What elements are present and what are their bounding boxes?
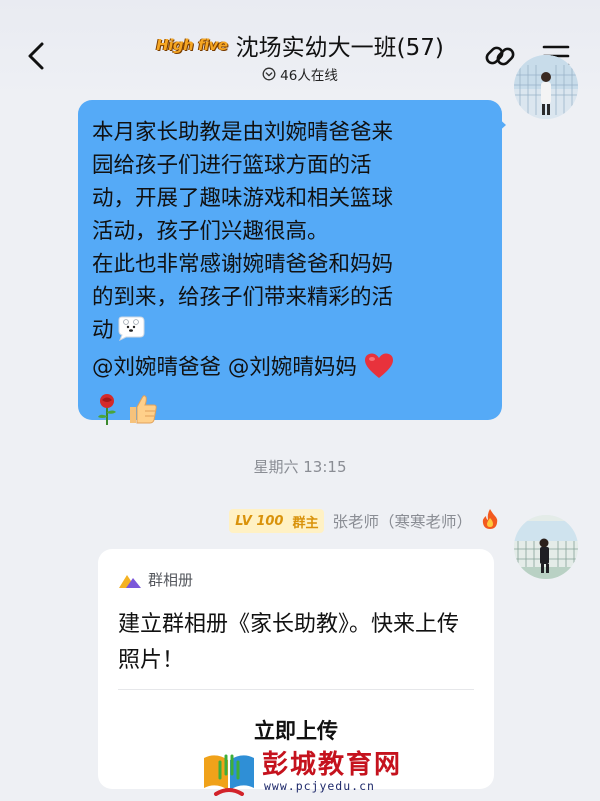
chain-link-icon: [485, 46, 515, 66]
group-title: 沈场实幼大一班(57): [235, 35, 444, 61]
album-mountain-icon: [119, 574, 141, 588]
watermark-site-name: 彭城教育网: [262, 750, 403, 780]
my-avatar[interactable]: [514, 55, 578, 119]
card-body-text: 建立群相册《家长助教》。快来上传照片！: [118, 612, 460, 673]
message-line: 本月家长助教是由刘婉晴爸爸来: [92, 120, 394, 145]
level-text: LV 100: [235, 513, 284, 529]
rose-emoji-icon: [92, 392, 122, 436]
site-watermark: 彭城教育网 www.pcjyedu.cn: [200, 742, 440, 796]
message-line: 的到来，给孩子们带来精彩的活: [92, 285, 394, 310]
mention-line: @刘婉晴爸爸 @刘婉晴妈妈: [92, 351, 488, 390]
group-title-row[interactable]: High five 沈场实幼大一班(57): [100, 28, 500, 62]
polar-bear-emoji-icon: [116, 315, 146, 351]
message-line-with-emoji: 动: [92, 314, 488, 351]
sender-name[interactable]: 张老师（寒寒老师）: [332, 510, 472, 532]
teacher-avatar[interactable]: [514, 515, 578, 579]
group-logo: High five: [156, 36, 228, 54]
message-line: 活动，孩子们兴趣很高。: [92, 219, 329, 244]
fire-icon: [480, 508, 500, 534]
card-divider: [118, 689, 474, 690]
online-status-icon: [262, 67, 276, 81]
watermark-site-url: www.pcjyedu.cn: [264, 779, 375, 793]
message-line: 在此也非常感谢婉晴爸爸和妈妈: [92, 252, 394, 277]
chat-header: High five 沈场实幼大一班(57) 46人在线: [0, 0, 600, 94]
avatar-photo: [514, 515, 578, 579]
chevron-left-icon: [28, 42, 44, 70]
online-status: 46人在线: [200, 64, 400, 84]
mention-text: @刘婉晴爸爸 @刘婉晴妈妈: [92, 355, 357, 380]
message-text: 动: [92, 318, 114, 343]
level-badge: LV 100 群主: [229, 509, 325, 533]
sent-message-bubble[interactable]: 本月家长助教是由刘婉晴爸爸来 园给孩子们进行篮球方面的活 动，开展了趣味游戏和相…: [78, 100, 502, 425]
card-source-label: 群相册: [148, 571, 194, 589]
link-button[interactable]: [478, 36, 522, 76]
card-source: 群相册: [118, 569, 193, 590]
book-logo-icon: [200, 744, 258, 800]
sender-info: LV 100 群主 张老师（寒寒老师）: [180, 508, 500, 534]
avatar-photo: [514, 55, 578, 119]
online-count: 46人在线: [280, 68, 338, 84]
chat-screen: High five 沈场实幼大一班(57) 46人在线 本月家长助教是由刘婉晴爸…: [0, 0, 600, 801]
message-timestamp: 星期六 13:15: [253, 458, 347, 476]
message-line: 园给孩子们进行篮球方面的活: [92, 153, 372, 178]
red-heart-emoji-icon: [363, 352, 395, 390]
upload-now-button[interactable]: 立即上传: [98, 715, 494, 745]
role-text: 群主: [292, 515, 319, 531]
thumbs-up-emoji-icon: [126, 392, 160, 436]
back-button[interactable]: [16, 36, 56, 76]
message-line: 动，开展了趣味游戏和相关篮球: [92, 186, 394, 211]
emoji-row: [92, 392, 488, 436]
